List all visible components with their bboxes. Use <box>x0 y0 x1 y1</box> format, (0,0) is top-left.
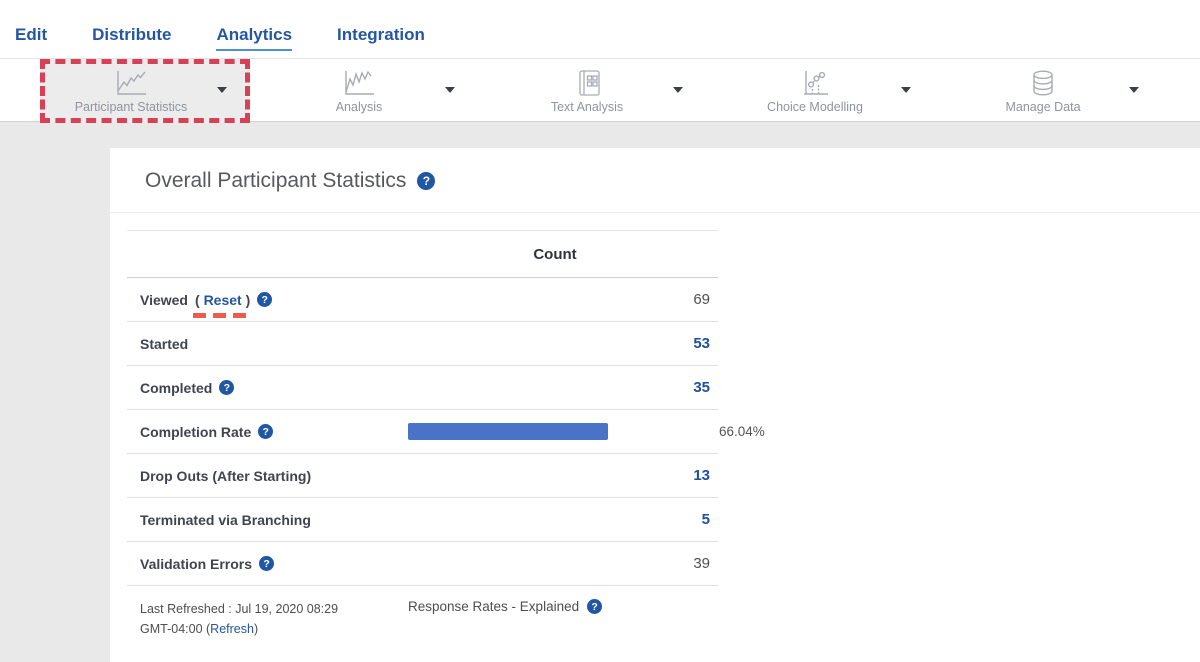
help-icon[interactable]: ? <box>417 172 435 190</box>
annotation-red-dashed-underline <box>193 313 252 318</box>
toolbar-group-analysis: Analysis <box>273 59 501 121</box>
nav-tab-distribute[interactable]: Distribute <box>92 25 171 49</box>
toolbar-item-text-analysis[interactable]: Text Analysis <box>501 59 673 121</box>
table-header-row: Count <box>127 230 718 277</box>
table-row-started: Started 53 <box>127 321 718 365</box>
toolbar-group-manage-data: Manage Data <box>957 59 1185 121</box>
toolbar-group-participant-statistics: Participant Statistics <box>45 59 273 121</box>
count-column-header: Count <box>400 246 710 263</box>
nav-tab-edit[interactable]: Edit <box>15 25 47 49</box>
row-value: 69 <box>400 291 718 308</box>
participant-statistics-panel: Overall Participant Statistics ? Count V… <box>110 148 1200 662</box>
toolbar-item-label: Choice Modelling <box>767 100 863 114</box>
row-label: Viewed ( Reset ) ? <box>127 292 400 308</box>
document-grid-icon <box>572 67 602 97</box>
last-refreshed-text: Last Refreshed : Jul 19, 2020 08:29 GMT-… <box>127 599 400 639</box>
toolbar-item-label: Participant Statistics <box>75 100 188 114</box>
row-value: 35 <box>400 379 718 396</box>
row-value: 39 <box>400 555 718 572</box>
nav-tab-analytics[interactable]: Analytics <box>216 25 292 51</box>
toolbar-item-label: Text Analysis <box>551 100 623 114</box>
help-icon[interactable]: ? <box>257 292 272 307</box>
toolbar-group-choice-modelling: Choice Modelling <box>729 59 957 121</box>
nav-tab-integration[interactable]: Integration <box>337 25 425 49</box>
toolbar-item-label: Analysis <box>336 100 383 114</box>
reset-link[interactable]: Reset <box>204 292 242 308</box>
main-nav: Edit Distribute Analytics Integration <box>15 25 470 51</box>
help-icon[interactable]: ? <box>258 424 273 439</box>
row-value: 53 <box>400 335 718 352</box>
table-row-viewed: Viewed ( Reset ) ? 69 <box>127 277 718 321</box>
toolbar-item-label: Manage Data <box>1005 100 1080 114</box>
progress-bar-percent: 66.04% <box>719 424 765 439</box>
table-row-completed: Completed ? 35 <box>127 365 718 409</box>
chevron-down-icon[interactable] <box>217 87 227 93</box>
table-row-validation-errors: Validation Errors ? 39 <box>127 541 718 585</box>
panel-title-block: Overall Participant Statistics ? <box>110 148 1200 213</box>
row-label: Drop Outs (After Starting) <box>127 468 400 484</box>
table-row-drop-outs: Drop Outs (After Starting) 13 <box>127 453 718 497</box>
row-label: Completed ? <box>127 380 400 396</box>
scatter-trend-icon <box>798 67 832 97</box>
toolbar-item-analysis[interactable]: Analysis <box>273 59 445 121</box>
row-value: 5 <box>400 511 718 528</box>
row-label: Terminated via Branching <box>127 512 400 528</box>
statistics-table: Count Viewed ( Reset ) ? 69 <box>127 230 718 639</box>
table-row-terminated: Terminated via Branching 5 <box>127 497 718 541</box>
row-label: Started <box>127 336 400 352</box>
progress-bar-track <box>408 423 711 440</box>
row-value: 13 <box>400 467 718 484</box>
refresh-link[interactable]: Refresh <box>210 622 254 636</box>
table-row-completion-rate: Completion Rate ? 66.04% <box>127 409 718 453</box>
toolbar-item-manage-data[interactable]: Manage Data <box>957 59 1129 121</box>
zigzag-chart-icon <box>341 67 377 97</box>
progress-bar-fill <box>408 423 608 440</box>
help-icon[interactable]: ? <box>219 380 234 395</box>
help-icon[interactable]: ? <box>587 599 602 614</box>
app-window: Edit Distribute Analytics Integration Pa… <box>0 0 1200 662</box>
toolbar-item-participant-statistics[interactable]: Participant Statistics <box>45 59 217 121</box>
row-label: Completion Rate ? <box>127 424 400 440</box>
toolbar-group-text-analysis: Text Analysis <box>501 59 729 121</box>
completion-rate-cell: 66.04% <box>400 423 765 440</box>
line-chart-icon <box>113 67 149 97</box>
chevron-down-icon[interactable] <box>673 87 683 93</box>
chevron-down-icon[interactable] <box>901 87 911 93</box>
header: Edit Distribute Analytics Integration Pa… <box>0 0 1200 122</box>
table-footer: Last Refreshed : Jul 19, 2020 08:29 GMT-… <box>127 585 718 639</box>
database-icon <box>1029 67 1057 97</box>
analytics-toolbar: Participant Statistics Analysis <box>0 58 1200 122</box>
help-icon[interactable]: ? <box>259 556 274 571</box>
row-label: Validation Errors ? <box>127 556 400 572</box>
response-rates-explained: Response Rates - Explained ? <box>408 599 602 639</box>
page-title: Overall Participant Statistics <box>145 169 406 193</box>
chevron-down-icon[interactable] <box>1129 87 1139 93</box>
toolbar-item-choice-modelling[interactable]: Choice Modelling <box>729 59 901 121</box>
reset-annotated-group: ( Reset ) <box>195 292 250 308</box>
chevron-down-icon[interactable] <box>445 87 455 93</box>
